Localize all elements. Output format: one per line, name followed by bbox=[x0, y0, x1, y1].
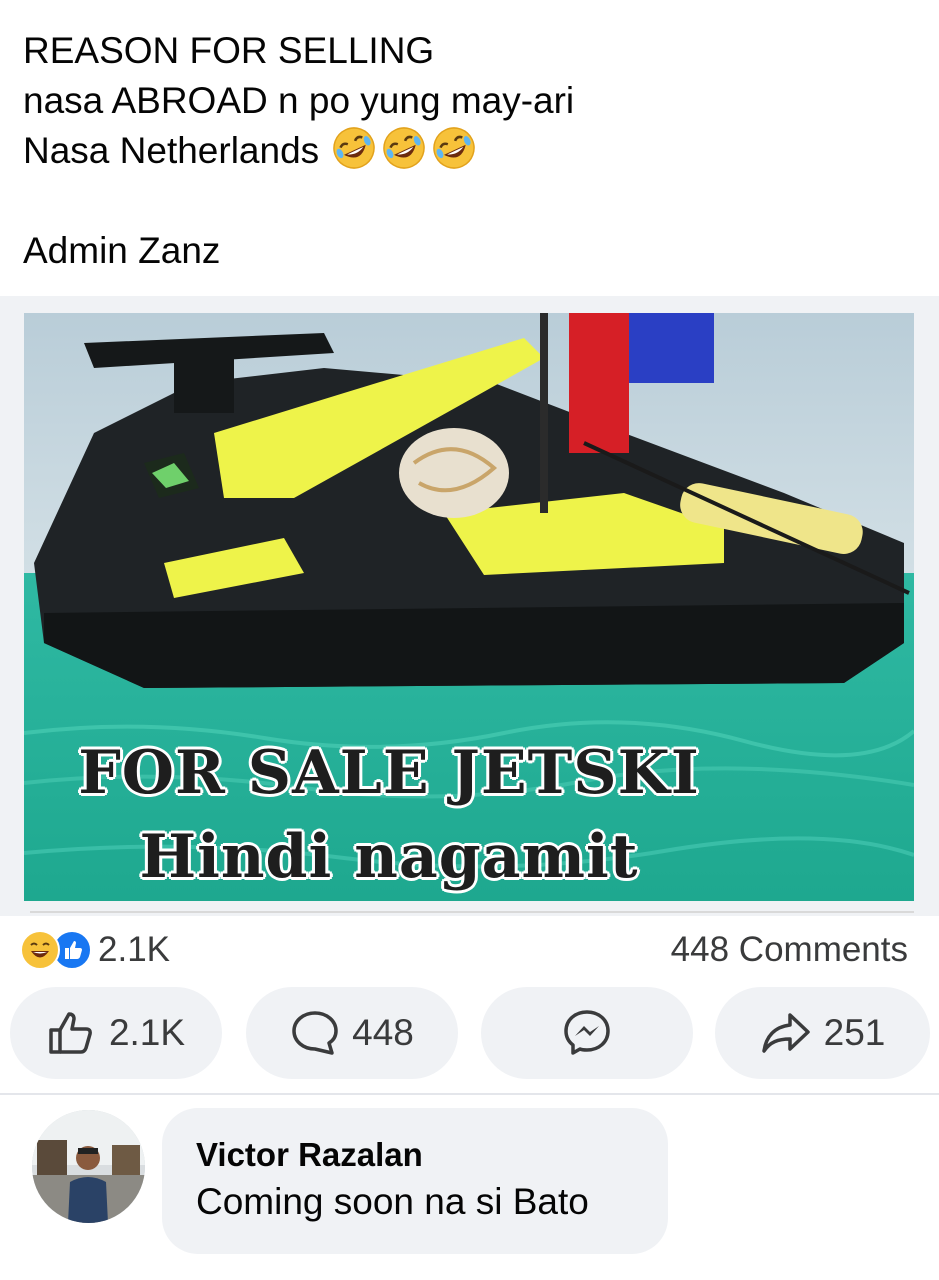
image-overlay-text: FOR SALE JETSKI Hindi nagamit bbox=[24, 733, 754, 897]
messenger-icon bbox=[564, 1010, 610, 1055]
caption-signature: Admin Zanz bbox=[23, 229, 221, 271]
post-stats: 2.1K 448 Comments bbox=[0, 925, 939, 975]
like-count: 2.1K bbox=[108, 1012, 186, 1053]
comment-text: Coming soon na si Bato bbox=[196, 1181, 589, 1222]
image-divider bbox=[30, 911, 914, 913]
reaction-count: 2.1K bbox=[98, 930, 170, 969]
post-caption: REASON FOR SELLING nasa ABROAD n po yung… bbox=[23, 26, 903, 275]
send-messenger-button[interactable] bbox=[481, 987, 693, 1079]
overlay-line-2: Hindi nagamit bbox=[139, 822, 639, 892]
comment-bubble[interactable]: Victor Razalan Coming soon na si Bato bbox=[162, 1108, 668, 1254]
post-actions: 2.1K 448 251 bbox=[10, 987, 930, 1079]
rolling-on-floor-laughing-emoji bbox=[333, 127, 375, 169]
avatar[interactable] bbox=[32, 1110, 145, 1223]
comment-bubble-icon bbox=[292, 1011, 338, 1055]
share-arrow-icon bbox=[761, 1013, 810, 1053]
comment-button[interactable]: 448 bbox=[246, 987, 458, 1079]
emoji-group bbox=[331, 125, 477, 171]
caption-line-1: REASON FOR SELLING bbox=[23, 30, 435, 71]
rolling-on-floor-laughing-emoji bbox=[433, 127, 475, 169]
reaction-summary[interactable]: 2.1K bbox=[20, 925, 170, 975]
caption-line-3: Nasa Netherlands bbox=[23, 125, 903, 176]
caption-line-2: nasa ABROAD n po yung may-ari bbox=[23, 79, 575, 121]
share-button[interactable]: 251 bbox=[715, 987, 930, 1079]
like-button[interactable]: 2.1K bbox=[10, 987, 222, 1079]
comment-author[interactable]: Victor Razalan bbox=[196, 1134, 634, 1176]
avatar-photo bbox=[32, 1110, 145, 1223]
comments-count-link[interactable]: 448 Comments bbox=[671, 925, 908, 975]
rolling-on-floor-laughing-emoji bbox=[383, 127, 425, 169]
share-count: 251 bbox=[823, 1012, 886, 1053]
caption-line-3-text: Nasa Netherlands bbox=[23, 130, 320, 171]
comment-count: 448 bbox=[352, 1012, 414, 1053]
haha-reaction-icon bbox=[20, 930, 60, 970]
thumbs-up-icon bbox=[49, 1012, 92, 1054]
post-image[interactable]: FOR SALE JETSKI Hindi nagamit bbox=[24, 313, 914, 901]
comments-divider bbox=[0, 1093, 939, 1095]
overlay-line-1: FOR SALE JETSKI bbox=[78, 738, 700, 808]
